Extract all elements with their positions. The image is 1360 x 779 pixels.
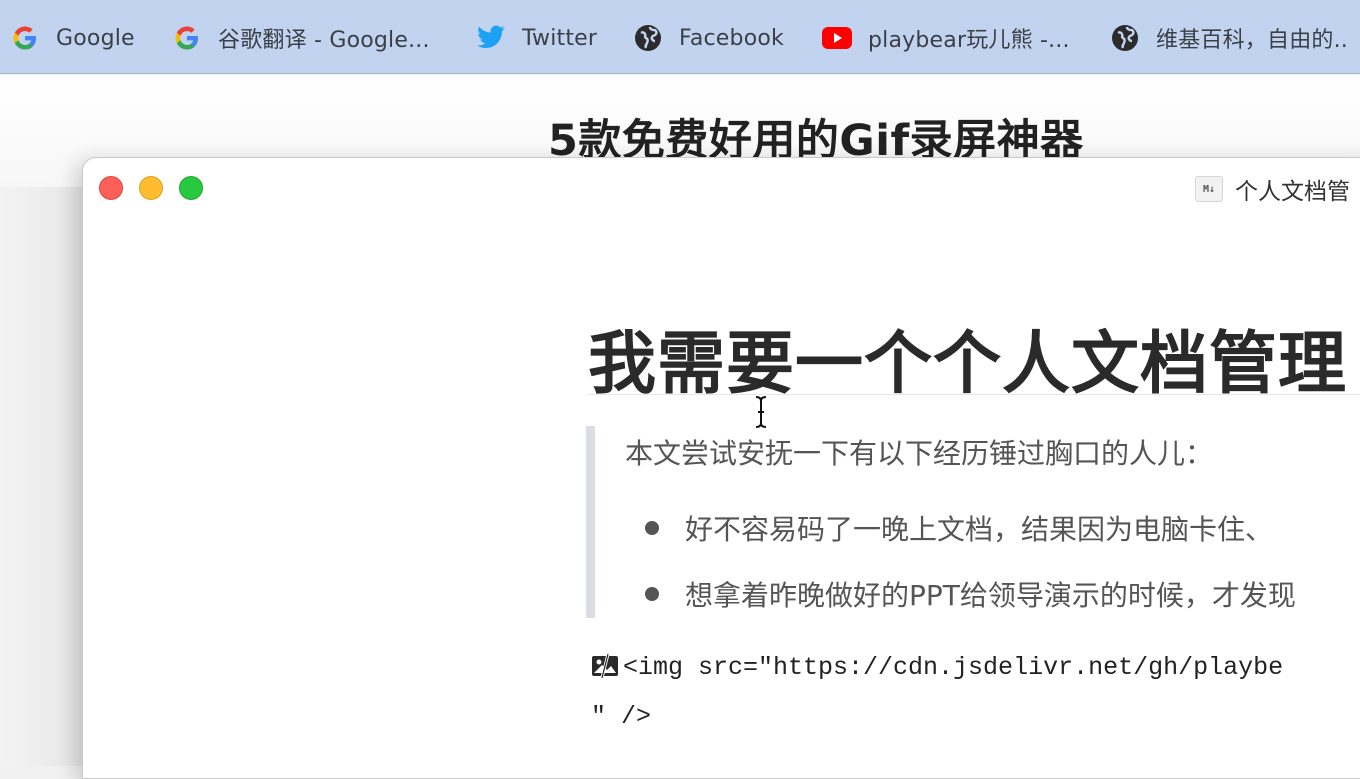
- bookmark-google-translate[interactable]: 谷歌翻译 - Google...: [172, 23, 430, 53]
- bookmark-label: 维基百科，自由的..: [1156, 28, 1348, 53]
- bookmark-label: Google: [56, 25, 135, 51]
- list-item-text: 好不容易码了一晚上文档，结果因为电脑卡住、: [685, 513, 1274, 546]
- globe-icon: [1110, 23, 1140, 53]
- editor-window: M↓ 个人文档管 我需要一个个人文档管理 本文尝试安抚一下有以下经历锤过胸口的人…: [82, 157, 1360, 779]
- twitter-icon: [476, 23, 506, 53]
- code-line-2[interactable]: " />: [591, 702, 651, 731]
- google-icon: [172, 23, 202, 53]
- bookmark-twitter[interactable]: Twitter: [476, 24, 597, 52]
- desktop-backdrop: [0, 187, 82, 766]
- markdown-file-icon: M↓: [1195, 176, 1223, 202]
- minimize-window-button[interactable]: [139, 176, 163, 200]
- bookmark-label: Facebook: [679, 25, 784, 51]
- bookmark-google[interactable]: Google: [10, 24, 135, 52]
- blockquote-intro[interactable]: 本文尝试安抚一下有以下经历锤过胸口的人儿：: [625, 432, 1213, 472]
- youtube-icon: [822, 23, 852, 53]
- bookmark-label: playbear玩儿熊 -...: [868, 28, 1070, 53]
- bookmark-label: 谷歌翻译 - Google...: [218, 28, 430, 53]
- bookmark-wikipedia[interactable]: 维基百科，自由的..: [1110, 23, 1348, 53]
- bookmark-facebook[interactable]: Facebook: [633, 24, 784, 52]
- close-window-button[interactable]: [99, 176, 123, 200]
- blockquote-bar: [586, 426, 595, 618]
- broken-image-icon: [591, 653, 619, 679]
- list-item-text: 想拿着昨晚做好的PPT给领导演示的时候，才发现: [685, 579, 1296, 612]
- bookmark-label: Twitter: [522, 25, 598, 51]
- globe-icon: [633, 23, 663, 53]
- bullet-icon: [645, 587, 659, 601]
- text-cursor-icon: [755, 396, 767, 428]
- code-line-1: <img src="https://cdn.jsdelivr.net/gh/pl…: [623, 653, 1284, 682]
- window-title: M↓ 个人文档管: [1195, 172, 1350, 206]
- html-image-source[interactable]: <img src="https://cdn.jsdelivr.net/gh/pl…: [591, 653, 1283, 682]
- google-icon: [10, 23, 40, 53]
- document-heading[interactable]: 我需要一个个人文档管理: [588, 308, 1347, 407]
- bookmark-playbear[interactable]: playbear玩儿熊 -...: [822, 23, 1070, 53]
- window-title-text: 个人文档管: [1235, 179, 1350, 205]
- heading-underline: [588, 394, 1360, 395]
- list-item[interactable]: 好不容易码了一晚上文档，结果因为电脑卡住、: [645, 508, 1273, 548]
- list-item[interactable]: 想拿着昨晚做好的PPT给领导演示的时候，才发现: [645, 574, 1296, 614]
- bullet-icon: [645, 521, 659, 535]
- bookmarks-bar: Google 谷歌翻译 - Google... Twitter Facebook…: [0, 0, 1360, 74]
- zoom-window-button[interactable]: [179, 176, 203, 200]
